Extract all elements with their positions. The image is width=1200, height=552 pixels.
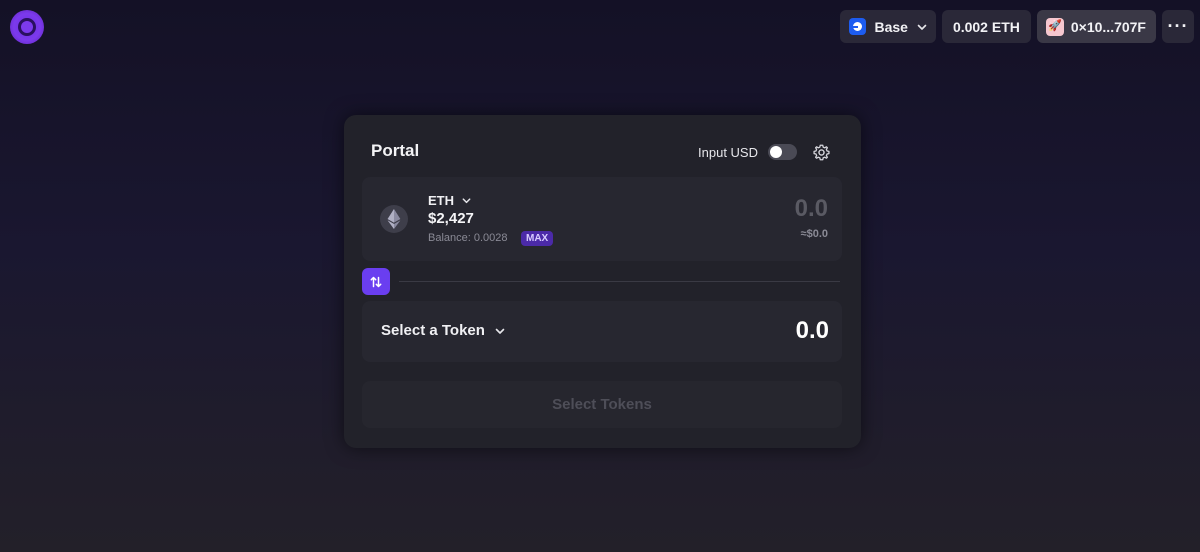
wallet-address-button[interactable]: 🚀 0×10...707F [1036,10,1156,43]
app-logo[interactable] [10,10,44,44]
logo-icon [18,18,36,36]
swap-direction-button[interactable] [362,268,390,295]
to-token-panel: Select a Token 0.0 [362,301,842,362]
wallet-balance[interactable]: 0.002 ETH [941,10,1031,43]
from-token-balance: Balance: 0.0028 [428,232,508,244]
to-token-selector[interactable]: Select a Token [381,322,506,339]
base-network-icon [849,18,867,35]
rocket-avatar-icon: 🚀 [1045,17,1064,36]
input-usd-row: Input USD [698,142,831,162]
wallet-address-label: 0×10...707F [1070,18,1146,35]
network-selector[interactable]: Base [840,10,936,43]
more-horizontal-icon: ··· [1167,16,1189,36]
input-usd-toggle[interactable] [768,144,797,160]
more-button[interactable]: ··· [1162,10,1194,43]
select-tokens-button[interactable]: Select Tokens [362,381,842,428]
to-amount-output[interactable]: 0.0 [796,317,829,345]
input-usd-label: Input USD [698,144,758,160]
from-usd-equivalent: ≈$0.0 [800,228,828,240]
eth-token-icon [380,205,408,233]
top-bar: Base 0.002 ETH 🚀 0×10...707F ··· [840,10,1194,43]
max-button[interactable]: MAX [521,231,554,246]
chevron-down-icon [495,328,505,334]
wallet-balance-label: 0.002 ETH [952,18,1020,35]
to-token-select-label: Select a Token [381,322,485,339]
from-token-symbol: ETH [428,193,454,208]
settings-button[interactable] [811,142,831,162]
panel-divider [399,281,840,282]
portal-card: Portal Input USD ETH $2,427 Balance: 0.0… [344,115,861,448]
from-token-panel: ETH $2,427 Balance: 0.0028 MAX 0.0 ≈$0.0 [362,177,842,261]
from-amount-input[interactable]: 0.0 [795,195,828,223]
swap-arrows-icon [370,276,382,287]
chevron-down-icon [462,198,471,204]
card-title: Portal [371,141,420,160]
network-label: Base [874,18,908,35]
chevron-down-icon [917,24,927,30]
from-token-selector[interactable]: ETH [428,193,472,208]
from-token-price: $2,427 [428,210,474,227]
gear-icon [812,144,830,160]
